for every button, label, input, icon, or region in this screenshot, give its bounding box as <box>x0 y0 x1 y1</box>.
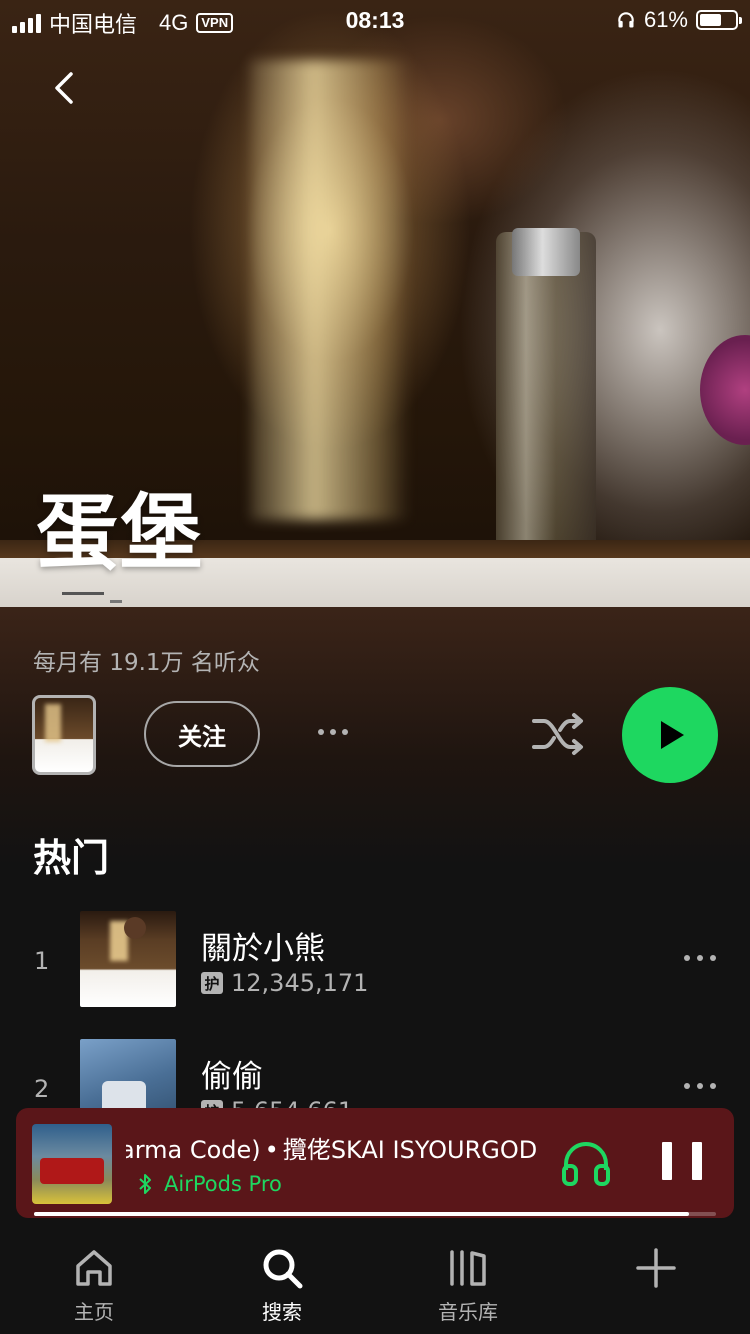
popular-section-title: 热门 <box>33 836 110 880</box>
headphones-icon[interactable] <box>560 1138 612 1188</box>
artist-thumbnail-button[interactable] <box>32 695 96 775</box>
track-row[interactable]: 1 關於小熊 护 12,345,171 <box>0 911 750 1011</box>
track-title: 關於小熊 <box>201 931 325 967</box>
headphones-status-icon <box>618 12 634 28</box>
artist-name: 蛋堡 <box>36 486 205 581</box>
nav-add[interactable] <box>596 1246 716 1296</box>
header-paper-mark <box>110 600 122 603</box>
nav-home[interactable]: 主页 <box>34 1246 154 1325</box>
bottom-nav: 主页 搜索 音乐库 <box>0 1218 750 1334</box>
status-right: 61% <box>616 7 742 33</box>
track-artwork <box>80 911 176 1007</box>
track-more-button[interactable] <box>684 955 716 961</box>
now-playing-artwork <box>32 1124 112 1204</box>
track-rank: 2 <box>34 1075 50 1103</box>
search-icon <box>263 1249 303 1289</box>
protected-badge: 护 <box>201 972 223 994</box>
header-window-light <box>250 60 410 520</box>
battery-level <box>700 14 721 26</box>
follow-button[interactable]: 关注 <box>144 701 260 767</box>
track-title: 偷偷 <box>201 1059 263 1095</box>
pause-button[interactable] <box>662 1142 702 1184</box>
monthly-listeners: 每月有 19.1万 名听众 <box>33 650 260 676</box>
track-more-button[interactable] <box>684 1083 716 1089</box>
home-icon <box>76 1250 112 1286</box>
mini-player[interactable]: arma Code) • 攬佬SKAI ISYOURGOD AirPods Pro <box>16 1108 734 1218</box>
nav-home-label: 主页 <box>74 1300 114 1324</box>
artist-controls: 关注 <box>0 687 750 795</box>
battery-percent: 61% <box>643 7 688 32</box>
playback-progress-fill <box>34 1212 689 1216</box>
chevron-left-icon <box>55 72 73 104</box>
now-playing-artist: 攬佬SKAI ISYOURGOD <box>282 1136 538 1164</box>
now-playing-separator: • <box>264 1136 279 1164</box>
track-meta: 护 12,345,171 <box>201 969 368 997</box>
track-plays: 12,345,171 <box>231 969 369 997</box>
status-bar: 中国电信 4G VPN 08:13 61% <box>0 0 750 40</box>
now-playing-track: arma Code) <box>126 1136 261 1164</box>
library-icon <box>450 1250 486 1286</box>
connected-device: AirPods Pro <box>138 1172 282 1196</box>
bluetooth-icon <box>139 1174 151 1194</box>
playback-progress[interactable] <box>34 1212 716 1216</box>
header-sleeve-patch <box>700 335 750 445</box>
play-button[interactable] <box>622 687 718 783</box>
device-name: AirPods Pro <box>164 1172 282 1196</box>
play-icon <box>661 721 684 749</box>
nav-search-label: 搜索 <box>262 1300 302 1324</box>
header-paper-mark <box>62 592 104 595</box>
battery-icon <box>696 10 742 30</box>
nav-search[interactable]: 搜索 <box>222 1246 342 1325</box>
shuffle-icon[interactable] <box>530 711 586 757</box>
nav-library-label: 音乐库 <box>438 1300 498 1324</box>
nav-library[interactable]: 音乐库 <box>408 1246 528 1325</box>
now-playing-title: arma Code) • 攬佬SKAI ISYOURGOD <box>126 1130 546 1164</box>
header-bottle <box>496 232 596 560</box>
header-bottle-cap <box>512 228 580 276</box>
add-icon <box>636 1248 676 1288</box>
back-button[interactable] <box>40 64 88 112</box>
more-options-button[interactable] <box>306 717 360 747</box>
track-rank: 1 <box>34 947 50 975</box>
